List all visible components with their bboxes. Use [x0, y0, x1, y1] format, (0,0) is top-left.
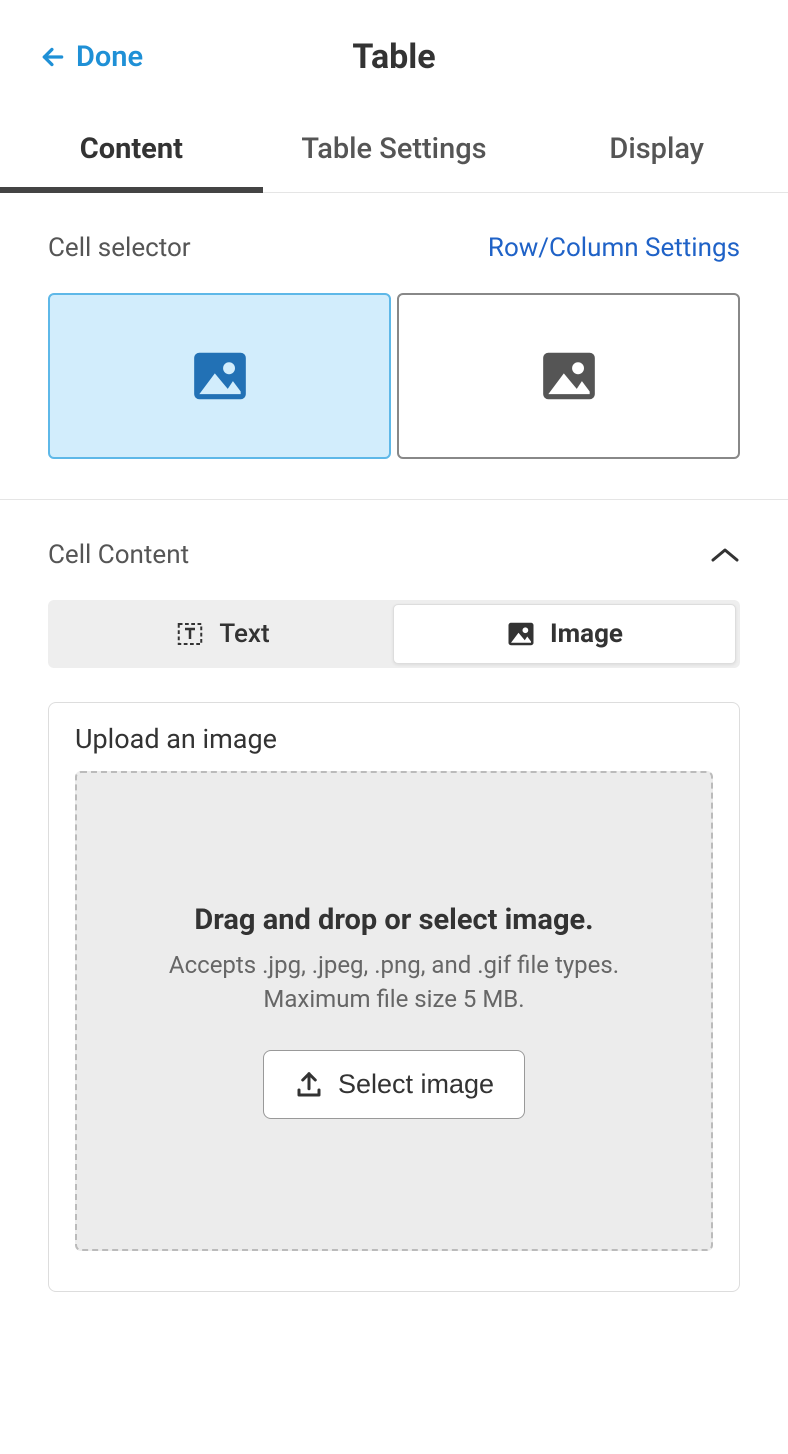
chevron-up-icon: [710, 546, 740, 564]
content-type-segmented: Text Image: [48, 600, 740, 668]
drop-primary-text: Drag and drop or select image.: [105, 903, 683, 937]
cell-content-section: Cell Content Text Image Upload an image …: [0, 500, 788, 1332]
upload-dropzone[interactable]: Drag and drop or select image. Accepts .…: [75, 771, 713, 1251]
arrow-left-icon: [40, 44, 66, 70]
tabs: Content Table Settings Display: [0, 104, 788, 193]
done-label: Done: [76, 40, 143, 74]
tab-table-settings[interactable]: Table Settings: [263, 104, 526, 192]
page-title: Table: [352, 37, 435, 77]
image-icon: [538, 345, 600, 407]
drop-accepts-text: Accepts .jpg, .jpeg, .png, and .gif file…: [105, 949, 683, 983]
select-image-label: Select image: [338, 1069, 494, 1100]
content-type-text[interactable]: Text: [52, 604, 393, 664]
cell-grid: [48, 293, 740, 459]
content-type-text-label: Text: [219, 619, 269, 649]
text-box-icon: [175, 619, 205, 649]
cell-content-toggle[interactable]: Cell Content: [48, 540, 740, 570]
tab-display[interactable]: Display: [525, 104, 788, 192]
row-column-settings-link[interactable]: Row/Column Settings: [488, 233, 740, 263]
drop-maxsize-text: Maximum file size 5 MB.: [105, 983, 683, 1017]
tab-content[interactable]: Content: [0, 104, 263, 192]
header: Done Table: [0, 0, 788, 104]
cell-selector-label: Cell selector: [48, 233, 191, 263]
image-icon: [506, 619, 536, 649]
upload-card: Upload an image Drag and drop or select …: [48, 702, 740, 1292]
cell-2[interactable]: [397, 293, 740, 459]
cell-content-label: Cell Content: [48, 540, 189, 570]
done-button[interactable]: Done: [40, 40, 143, 74]
select-image-button[interactable]: Select image: [263, 1050, 525, 1119]
cell-1[interactable]: [48, 293, 391, 459]
upload-title: Upload an image: [75, 723, 713, 755]
content-type-image[interactable]: Image: [393, 604, 736, 664]
content-type-image-label: Image: [550, 619, 623, 649]
cell-selector-section: Cell selector Row/Column Settings: [0, 193, 788, 500]
image-icon: [189, 345, 251, 407]
upload-icon: [294, 1070, 324, 1100]
